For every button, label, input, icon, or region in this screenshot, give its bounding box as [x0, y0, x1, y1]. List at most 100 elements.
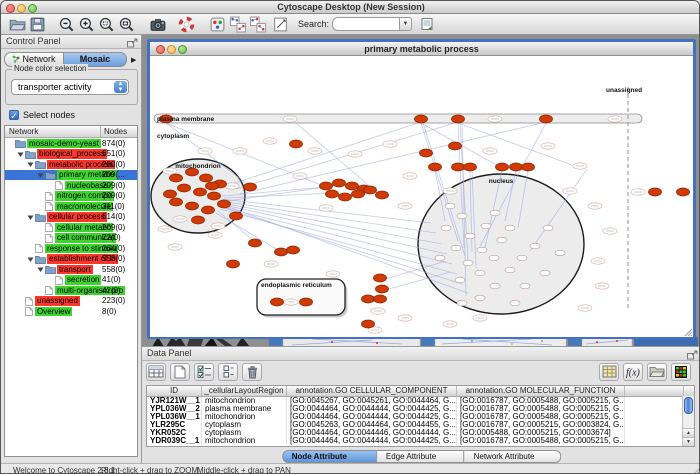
- zoom-out-button[interactable]: [57, 15, 75, 33]
- network-node[interactable]: [649, 188, 662, 196]
- network-node[interactable]: [346, 182, 359, 190]
- network-node[interactable]: [496, 163, 509, 171]
- network-node[interactable]: [170, 198, 183, 206]
- network-node-small[interactable]: [451, 245, 461, 251]
- network-node[interactable]: [420, 149, 433, 157]
- network-node[interactable]: [364, 186, 377, 194]
- network-node[interactable]: [164, 190, 177, 198]
- tree-item-mosaic-demo-yeast[interactable]: mosaic-demo-yeast874(0): [5, 138, 137, 149]
- app-resize-grip[interactable]: [691, 466, 700, 474]
- attribute-table-button[interactable]: [146, 363, 166, 381]
- zoom-in-button[interactable]: [77, 15, 95, 33]
- network-overlay-button[interactable]: [228, 15, 246, 33]
- network-node-small[interactable]: [475, 270, 485, 276]
- network-node[interactable]: [208, 192, 221, 200]
- tree-item-cell-communicat[interactable]: cell communicat22(0): [5, 233, 137, 244]
- network-node-small[interactable]: [475, 295, 485, 301]
- tree-item-nucleobase-[interactable]: nucleobase-209(0): [5, 180, 137, 191]
- network-node[interactable]: [452, 163, 465, 171]
- tree-column-divider[interactable]: [100, 126, 101, 137]
- network-node[interactable]: [376, 191, 389, 199]
- network-node-small[interactable]: [510, 300, 520, 306]
- network-node[interactable]: [320, 182, 333, 190]
- network-node[interactable]: [362, 320, 375, 328]
- select-nodes-checkbox[interactable]: ✓: [9, 110, 19, 120]
- network-node-small[interactable]: [457, 300, 467, 306]
- network-node-small[interactable]: [490, 283, 500, 289]
- tree-item-cellular-process[interactable]: cellular process614(0): [5, 212, 137, 223]
- tree-item-nitrogen-compo[interactable]: nitrogen compo209(0): [5, 191, 137, 202]
- network-node[interactable]: [275, 248, 288, 256]
- network-node[interactable]: [202, 206, 215, 214]
- tree-item-multi-organism-pro[interactable]: multi-organism pro42(0): [5, 285, 137, 296]
- network-node-small[interactable]: [540, 270, 550, 276]
- network-node[interactable]: [429, 163, 442, 171]
- tab-node-attribute-browser[interactable]: Node Attribute Browser: [282, 450, 377, 463]
- network-node[interactable]: [186, 202, 199, 210]
- network-node-small[interactable]: [455, 277, 465, 283]
- network-node[interactable]: [194, 188, 207, 196]
- table-scrollbar[interactable]: ▲ ▼: [682, 396, 694, 446]
- network-node[interactable]: [230, 212, 243, 220]
- float-panel-icon[interactable]: [126, 36, 138, 46]
- float-data-panel-icon[interactable]: [686, 348, 698, 358]
- network-node-small[interactable]: [457, 213, 467, 219]
- save-button[interactable]: [28, 15, 46, 33]
- network-node-small[interactable]: [441, 225, 451, 231]
- network-node[interactable]: [249, 239, 262, 247]
- network-node[interactable]: [227, 260, 240, 268]
- network-node-small[interactable]: [505, 225, 515, 231]
- network-node[interactable]: [677, 188, 690, 196]
- tree-item-primary-metabo[interactable]: primary metabo209(...: [5, 170, 137, 181]
- tree-item-transport[interactable]: transport558(0): [5, 264, 137, 275]
- network-overlay-2-button[interactable]: [248, 15, 266, 33]
- network-node-small[interactable]: [497, 237, 507, 243]
- tree-item-biological-process[interactable]: biological_process651(0): [5, 149, 137, 160]
- network-node[interactable]: [339, 193, 352, 201]
- network-node-small[interactable]: [520, 283, 530, 289]
- search-input[interactable]: [332, 17, 399, 31]
- zoom-fit-button[interactable]: [117, 15, 135, 33]
- select-attributes-button[interactable]: [194, 363, 214, 381]
- help-button[interactable]: [177, 15, 195, 33]
- zoom-selected-button[interactable]: [97, 15, 115, 33]
- network-node[interactable]: [244, 183, 257, 191]
- network-node[interactable]: [510, 163, 523, 171]
- network-node[interactable]: [271, 298, 284, 306]
- network-node[interactable]: [464, 163, 477, 171]
- network-view-window[interactable]: primary metabolic process plasma membran…: [147, 39, 696, 339]
- scroll-down-icon[interactable]: ▼: [683, 437, 694, 446]
- tab-scroll-right-icon[interactable]: ▶: [131, 56, 136, 64]
- tree-item-metabolic-process[interactable]: metabolic process280(0): [5, 159, 137, 170]
- title-bar[interactable]: Cytoscape Desktop (New Session): [1, 1, 700, 14]
- network-node[interactable]: [192, 216, 205, 224]
- export-table-button[interactable]: [599, 363, 619, 381]
- table-row[interactable]: YJR121W__1mitochondrion[GO:0045267, GO:0…: [147, 397, 694, 405]
- network-node[interactable]: [287, 246, 300, 254]
- network-node-small[interactable]: [465, 233, 475, 239]
- color-mapper-button[interactable]: [208, 15, 226, 33]
- network-node-small[interactable]: [489, 255, 499, 261]
- network-node[interactable]: [362, 295, 375, 303]
- deselect-attributes-button[interactable]: [218, 363, 238, 381]
- table-row[interactable]: YPL036W__1mitochondrion[GO:0044464, GO:0…: [147, 413, 694, 421]
- tab-edge-attribute-browser[interactable]: Edge Attribute Browser: [377, 450, 465, 463]
- network-node[interactable]: [170, 174, 183, 182]
- network-node[interactable]: [326, 190, 339, 198]
- network-node[interactable]: [522, 163, 535, 171]
- network-node[interactable]: [200, 174, 213, 182]
- network-canvas[interactable]: plasma membranecytoplasmmitochondrionnuc…: [150, 56, 693, 337]
- open-button[interactable]: [8, 15, 26, 33]
- import-network-button[interactable]: [418, 15, 436, 33]
- table-row[interactable]: YDR039C__1mitochondrion[GO:0044464, GO:0…: [147, 437, 694, 445]
- network-window-titlebar[interactable]: primary metabolic process: [150, 42, 693, 56]
- import-table-button[interactable]: [647, 363, 667, 381]
- table-row[interactable]: YLR295Ccytoplasm[GO:0045263, GO:0044464,…: [147, 421, 694, 429]
- network-node[interactable]: [290, 140, 303, 148]
- network-node[interactable]: [300, 298, 313, 306]
- search-options-dropdown[interactable]: ▼: [399, 17, 412, 31]
- network-node[interactable]: [540, 115, 553, 123]
- annotation-button[interactable]: [271, 15, 289, 33]
- node-color-dropdown[interactable]: transporter activity ▲▼: [11, 79, 129, 95]
- network-node[interactable]: [374, 274, 387, 282]
